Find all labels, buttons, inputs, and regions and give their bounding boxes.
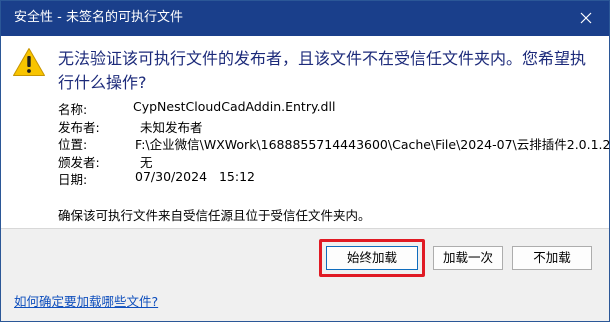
window-title: 安全性 - 未签名的可执行文件: [14, 10, 183, 25]
close-icon: [580, 12, 592, 24]
dont-load-button[interactable]: 不加载: [512, 246, 592, 270]
button-bar: 始终加载 加载一次 不加载 如何确定要加载哪些文件?: [1, 229, 609, 321]
warning-icon: [13, 48, 45, 76]
dialog-content: 无法验证该可执行文件的发布者，且该文件不在受信任文件夹内。您希望执行什么操作? …: [1, 36, 610, 228]
detail-value: 无: [140, 154, 153, 170]
close-button[interactable]: [563, 1, 609, 36]
detail-value: F:\企业微信\WXWork\1688855714443600\Cache\Fi…: [135, 137, 610, 152]
detail-label: 名称:: [58, 102, 88, 117]
trust-note: 确保该可执行文件来自受信任源且位于受信任文件夹内。: [58, 208, 371, 223]
detail-value: 07/30/2024 15:12: [135, 169, 255, 184]
detail-label: 颁发者:: [58, 154, 100, 170]
help-link[interactable]: 如何确定要加载哪些文件?: [14, 291, 158, 310]
security-dialog: 安全性 - 未签名的可执行文件 无法验证该可执行文件的发布者，且该文件不在受信任…: [0, 0, 610, 322]
detail-value: CypNestCloudCadAddin.Entry.dll: [133, 99, 336, 114]
title-bar: 安全性 - 未签名的可执行文件: [1, 1, 609, 36]
detail-label: 发布者:: [58, 119, 100, 135]
detail-label: 位置:: [58, 137, 88, 152]
detail-value: 未知发布者: [140, 119, 203, 135]
load-once-button[interactable]: 加载一次: [433, 246, 503, 270]
question-text: 无法验证该可执行文件的发布者，且该文件不在受信任文件夹内。您希望执行什么操作?: [58, 49, 587, 92]
always-load-button[interactable]: 始终加载: [326, 246, 418, 270]
detail-label: 日期:: [58, 172, 88, 187]
